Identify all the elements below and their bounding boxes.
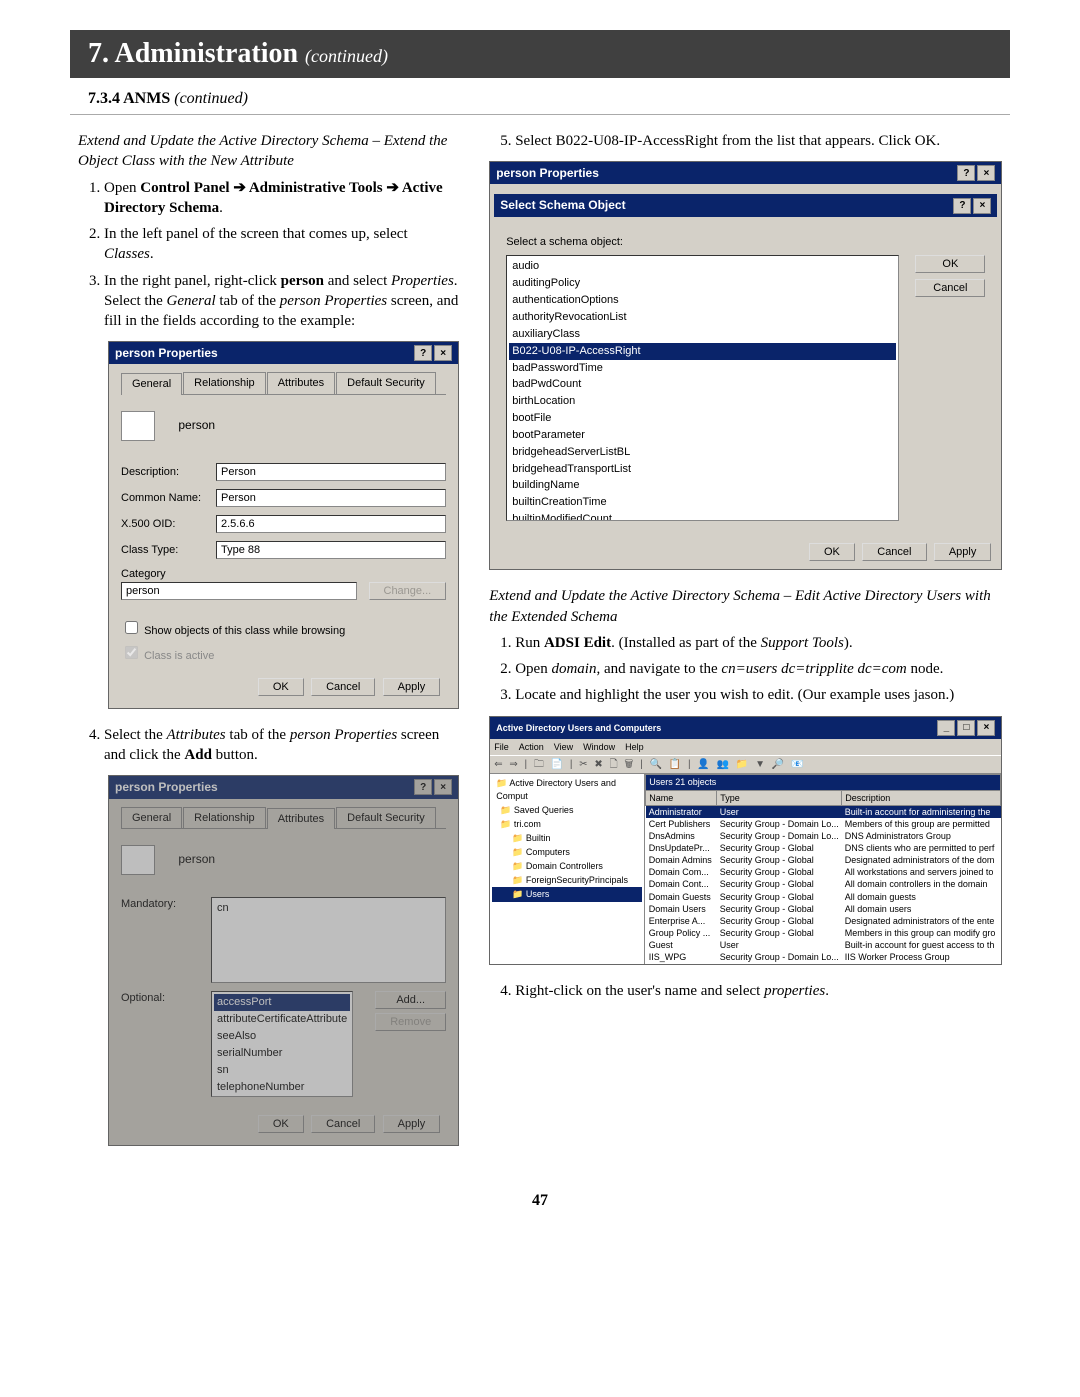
list-view[interactable]: Users 21 objectsNameTypeDescriptionAdmin… bbox=[645, 774, 1001, 964]
step-2: In the left panel of the screen that com… bbox=[104, 224, 459, 265]
maximize-icon[interactable]: □ bbox=[957, 720, 975, 736]
menu-file[interactable]: File bbox=[494, 741, 509, 753]
sub-dialog-title: Select Schema Object bbox=[500, 197, 625, 213]
common-name-label: Common Name: bbox=[121, 491, 216, 506]
section-number: 7.3.4 bbox=[88, 90, 120, 107]
cancel-button[interactable]: Cancel bbox=[311, 1115, 375, 1133]
minimize-icon[interactable]: _ bbox=[937, 720, 955, 736]
add-button[interactable]: Add... bbox=[375, 991, 446, 1009]
common-name-input[interactable] bbox=[216, 489, 446, 507]
aduc-title: Active Directory Users and Computers bbox=[496, 722, 661, 734]
aduc-window: Active Directory Users and Computers _□×… bbox=[489, 716, 1002, 966]
step-1: Open Control Panel ➔ Administrative Tool… bbox=[104, 178, 459, 219]
dialog-title: person Properties bbox=[496, 165, 599, 181]
left-intro: Extend and Update the Active Directory S… bbox=[78, 131, 459, 172]
schema-select-label: Select a schema object: bbox=[506, 235, 985, 250]
tab-default-security[interactable]: Default Security bbox=[336, 372, 436, 394]
cancel-button[interactable]: Cancel bbox=[311, 678, 375, 696]
description-label: Description: bbox=[121, 465, 216, 480]
help-icon[interactable]: ? bbox=[957, 165, 975, 181]
header-continued: (continued) bbox=[305, 46, 388, 66]
dialog-title: person Properties bbox=[115, 345, 218, 361]
class-active-checkbox[interactable] bbox=[125, 646, 138, 659]
section-name: ANMS bbox=[123, 90, 170, 107]
r-step-4: Right-click on the user's name and selec… bbox=[515, 981, 1002, 1001]
apply-button[interactable]: Apply bbox=[383, 1115, 441, 1133]
category-input[interactable] bbox=[121, 582, 357, 600]
r-step-3: Locate and highlight the user you wish t… bbox=[515, 685, 1002, 705]
left-column: Extend and Update the Active Directory S… bbox=[78, 125, 459, 1162]
apply-button[interactable]: Apply bbox=[383, 678, 441, 696]
oid-input[interactable] bbox=[216, 515, 446, 533]
step-4: Select the Attributes tab of the person … bbox=[104, 725, 459, 766]
tab-attributes[interactable]: Attributes bbox=[267, 372, 335, 394]
page-number: 47 bbox=[70, 1172, 1010, 1230]
object-label: person bbox=[178, 853, 215, 867]
menu-view[interactable]: View bbox=[554, 741, 573, 753]
object-label: person bbox=[178, 418, 215, 432]
schema-listbox[interactable]: audioauditingPolicyauthenticationOptions… bbox=[506, 255, 899, 521]
class-icon bbox=[121, 411, 155, 441]
close-icon[interactable]: × bbox=[434, 345, 452, 361]
mandatory-listbox[interactable]: cn bbox=[211, 897, 446, 983]
tab-relationship[interactable]: Relationship bbox=[183, 372, 266, 394]
tabs: General Relationship Attributes Default … bbox=[121, 372, 446, 395]
tree-view[interactable]: 📁 Active Directory Users and Comput 📁 Sa… bbox=[490, 774, 645, 964]
tab-general[interactable]: General bbox=[121, 807, 182, 829]
ok-button[interactable]: OK bbox=[258, 678, 304, 696]
r-step-2: Open domain, and navigate to the cn=user… bbox=[515, 659, 1002, 679]
optional-listbox[interactable]: accessPortattributeCertificateAttributes… bbox=[211, 991, 353, 1097]
mandatory-label: Mandatory: bbox=[121, 897, 201, 912]
apply-button[interactable]: Apply bbox=[934, 543, 992, 561]
description-input[interactable] bbox=[216, 463, 446, 481]
change-button[interactable]: Change... bbox=[369, 582, 447, 600]
optional-label: Optional: bbox=[121, 991, 201, 1006]
category-label: Category bbox=[121, 567, 446, 582]
tab-general[interactable]: General bbox=[121, 373, 182, 395]
dialog-title: person Properties bbox=[115, 779, 218, 795]
ok-button[interactable]: OK bbox=[258, 1115, 304, 1133]
cancel-button[interactable]: Cancel bbox=[862, 543, 926, 561]
step-5: Select B022-U08-IP-AccessRight from the … bbox=[515, 131, 1002, 151]
right-column: Select B022-U08-IP-AccessRight from the … bbox=[489, 125, 1002, 1162]
help-icon[interactable]: ? bbox=[414, 779, 432, 795]
close-icon[interactable]: × bbox=[977, 165, 995, 181]
menubar: File Action View Window Help bbox=[490, 739, 1001, 755]
menu-action[interactable]: Action bbox=[519, 741, 544, 753]
left-steps: Open Control Panel ➔ Administrative Tool… bbox=[78, 178, 459, 332]
tab-attributes[interactable]: Attributes bbox=[267, 808, 335, 830]
menu-window[interactable]: Window bbox=[583, 741, 615, 753]
step-3: In the right panel, right-click person a… bbox=[104, 271, 459, 332]
r-step-1: Run ADSI Edit. (Installed as part of the… bbox=[515, 633, 1002, 653]
cancel-button[interactable]: Cancel bbox=[915, 279, 985, 297]
right-intro2: Extend and Update the Active Directory S… bbox=[489, 586, 1002, 627]
show-objects-checkbox[interactable] bbox=[125, 621, 138, 634]
select-schema-object-dialog: person Properties ?× Select Schema Objec… bbox=[489, 161, 1002, 570]
person-properties-attributes-dialog: person Properties ?× General Relationshi… bbox=[108, 775, 459, 1146]
left-steps-cont: Select the Attributes tab of the person … bbox=[78, 725, 459, 766]
menu-help[interactable]: Help bbox=[625, 741, 644, 753]
header-number: 7. bbox=[88, 38, 109, 69]
close-icon[interactable]: × bbox=[434, 779, 452, 795]
class-icon bbox=[121, 845, 155, 875]
help-icon[interactable]: ? bbox=[953, 198, 971, 214]
header-title: Administration bbox=[114, 38, 298, 69]
help-icon[interactable]: ? bbox=[414, 345, 432, 361]
class-type-input[interactable] bbox=[216, 541, 446, 559]
person-properties-general-dialog: person Properties ?× General Relationshi… bbox=[108, 341, 459, 709]
oid-label: X.500 OID: bbox=[121, 517, 216, 532]
tab-default-security[interactable]: Default Security bbox=[336, 807, 436, 829]
remove-button[interactable]: Remove bbox=[375, 1013, 446, 1031]
toolbar: ⇐ ⇒ | 🗀 📄 | ✂ ✖ 🗋 🗑 | 🔍 📋 | 👤 👥 📁 ▼ 🔎 📧 bbox=[490, 755, 1001, 775]
section-continued: (continued) bbox=[174, 90, 248, 107]
class-type-label: Class Type: bbox=[121, 543, 216, 558]
ok-button[interactable]: OK bbox=[915, 255, 985, 273]
close-icon[interactable]: × bbox=[973, 198, 991, 214]
close-icon[interactable]: × bbox=[977, 720, 995, 736]
tab-relationship[interactable]: Relationship bbox=[183, 807, 266, 829]
ok-button[interactable]: OK bbox=[809, 543, 855, 561]
